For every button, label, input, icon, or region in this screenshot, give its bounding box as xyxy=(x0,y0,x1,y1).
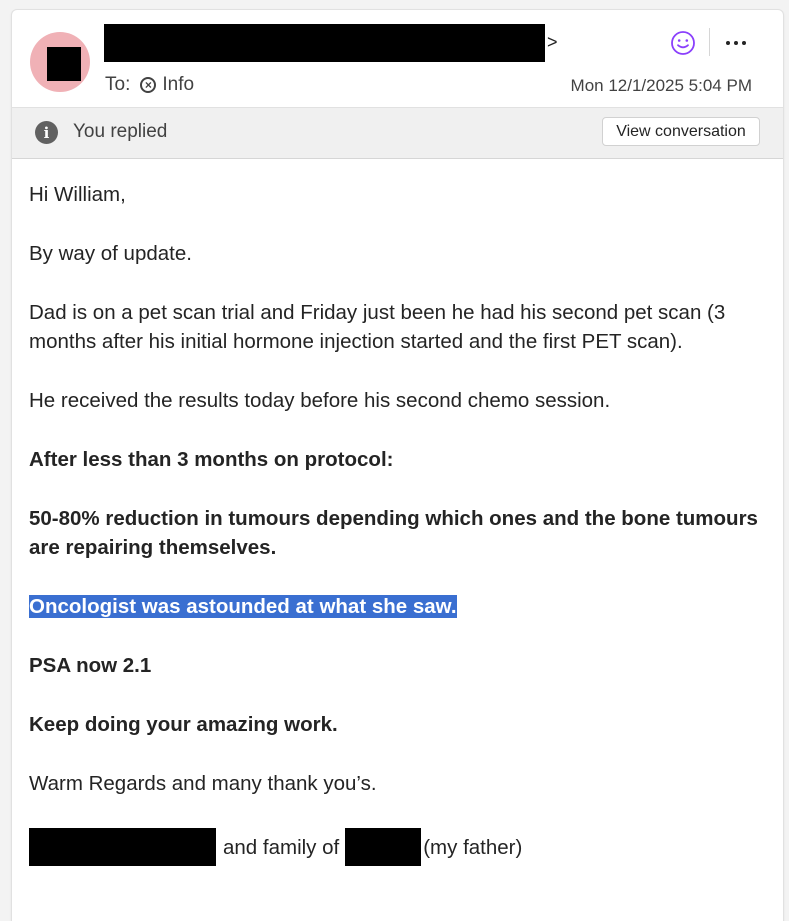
psa-line: PSA now 2.1 xyxy=(29,654,152,677)
recipient-name: Info xyxy=(162,74,195,95)
smiley-face-icon xyxy=(671,31,695,55)
selected-text: Oncologist was astounded at what she saw… xyxy=(29,595,457,618)
redacted-sender-name[interactable] xyxy=(104,24,545,62)
redacted-father-name xyxy=(345,828,422,866)
to-label: To: xyxy=(105,74,131,95)
signature-line: and family of (my father) xyxy=(29,828,769,866)
regards-line: Warm Regards and many thank you’s. xyxy=(29,772,377,795)
oncologist-line: Oncologist was astounded at what she saw… xyxy=(29,592,769,621)
greeting: Hi William, xyxy=(29,183,126,206)
info-icon: i xyxy=(35,121,58,144)
recipients-row: To: × Info xyxy=(105,74,194,96)
sender-suffix: > xyxy=(547,32,558,52)
view-conversation-button[interactable]: View conversation xyxy=(602,117,760,146)
info-text: You replied xyxy=(73,121,168,142)
header-divider xyxy=(709,28,710,56)
scan-paragraph: Dad is on a pet scan trial and Friday ju… xyxy=(29,301,726,353)
keep-line: Keep doing your amazing work. xyxy=(29,713,338,736)
signature-end-text: (my father) xyxy=(423,835,523,859)
more-options-button[interactable] xyxy=(720,27,752,59)
redacted-avatar-initials xyxy=(47,47,81,81)
remove-recipient-icon: × xyxy=(140,77,157,93)
page: > To: × Info Mon 12/1/2025 5:04 PM i You… xyxy=(0,0,789,921)
timestamp: Mon 12/1/2025 5:04 PM xyxy=(570,76,752,95)
reaction-button[interactable] xyxy=(667,27,699,59)
info-bar: i You replied View conversation xyxy=(12,107,783,159)
message-body: Hi William, By way of update. Dad is on … xyxy=(29,180,769,866)
redacted-signer-name xyxy=(29,828,216,866)
protocol-line: After less than 3 months on protocol: xyxy=(29,448,394,471)
email-card: > To: × Info Mon 12/1/2025 5:04 PM i You… xyxy=(11,9,784,921)
reduction-paragraph: 50-80% reduction in tumours depending wh… xyxy=(29,507,758,559)
signature-middle-text: and family of xyxy=(223,835,340,859)
update-line: By way of update. xyxy=(29,242,192,265)
more-options-icon xyxy=(726,41,746,45)
avatar[interactable] xyxy=(30,32,90,92)
results-line: He received the results today before his… xyxy=(29,389,611,412)
recipient-chip[interactable]: × Info xyxy=(140,74,194,96)
